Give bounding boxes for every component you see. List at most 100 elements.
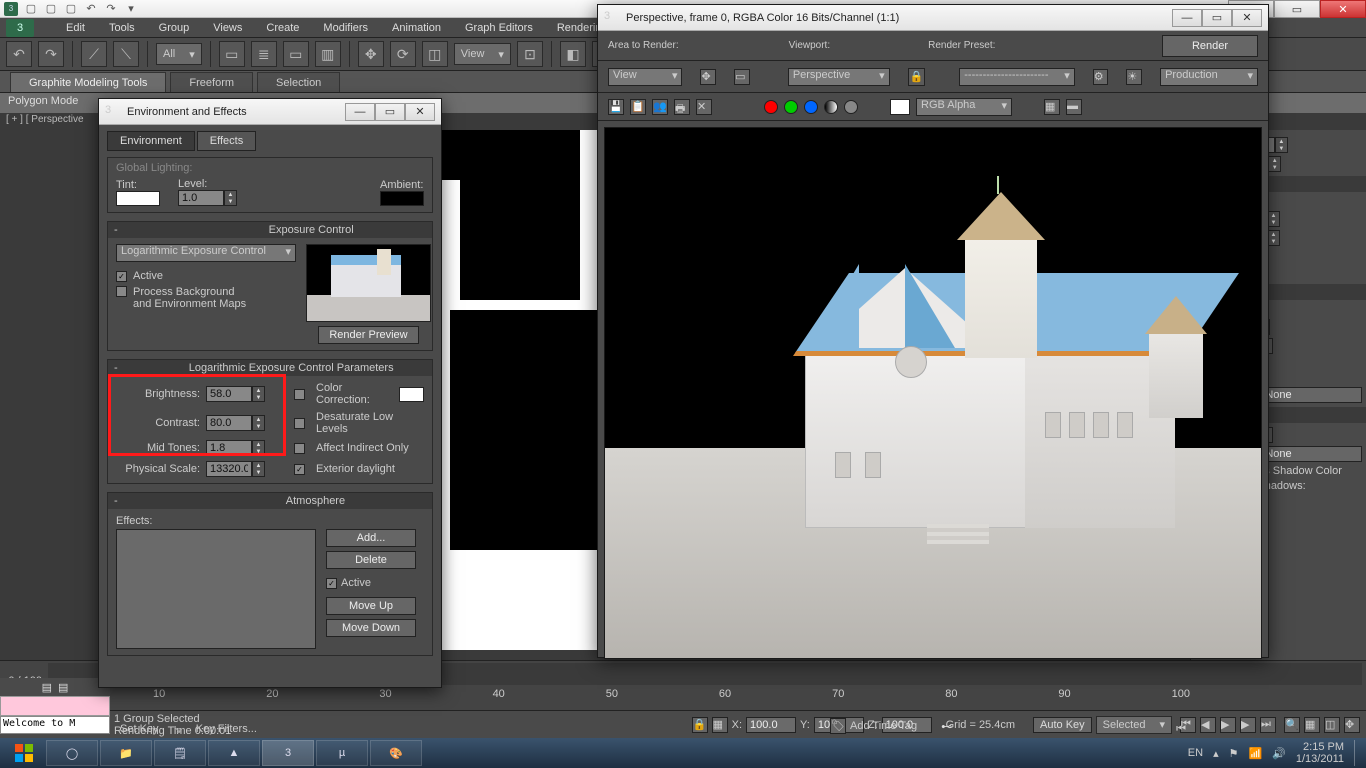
qat-undo-icon[interactable]: ↶ <box>84 2 98 16</box>
area-select[interactable]: View▾ <box>608 68 682 86</box>
window-crossing-button[interactable]: ▥ <box>315 41 341 67</box>
viewport-lock-icon[interactable]: 🔒 <box>908 68 926 86</box>
render-title-bar[interactable]: 3 Perspective, frame 0, RGBA Color 16 Bi… <box>598 5 1268 31</box>
qat-redo-icon[interactable]: ↷ <box>104 2 118 16</box>
task-vlc[interactable]: ▲ <box>208 740 260 766</box>
qat-more-icon[interactable]: ▾ <box>124 2 138 16</box>
brightness-spinner[interactable]: ▲▼ <box>206 386 266 402</box>
channel-blue-icon[interactable] <box>804 100 818 114</box>
maxscript-mini-icon[interactable]: ▤ <box>42 681 52 694</box>
env-max-button[interactable]: ▭ <box>375 103 405 121</box>
atmosphere-collapse-icon[interactable]: - <box>114 495 124 507</box>
menu-modifiers[interactable]: Modifiers <box>323 22 368 34</box>
app-menu-icon[interactable]: 3 <box>6 19 34 37</box>
midtones-spinner[interactable]: ▲▼ <box>206 440 266 456</box>
tint-swatch[interactable] <box>116 191 160 206</box>
ribbon-tab-freeform[interactable]: Freeform <box>170 72 253 92</box>
play-icon[interactable]: ▶ <box>1220 717 1236 733</box>
render-min-button[interactable]: — <box>1172 9 1202 27</box>
exposure-type-select[interactable]: Logarithmic Exposure Control▾ <box>116 244 296 262</box>
exposure-collapse-icon[interactable]: - <box>114 224 124 236</box>
menu-tools[interactable]: Tools <box>109 22 135 34</box>
qat-open-icon[interactable]: ▢ <box>44 2 58 16</box>
menu-group[interactable]: Group <box>159 22 190 34</box>
atm-add-button[interactable]: Add... <box>326 529 416 547</box>
task-paint[interactable]: 🎨 <box>370 740 422 766</box>
select-object-button[interactable]: ▭ <box>219 41 245 67</box>
nav-zoomall-icon[interactable]: ▦ <box>1304 717 1320 733</box>
qat-new-icon[interactable]: ▢ <box>24 2 38 16</box>
nav-zoom-icon[interactable]: 🔍 <box>1284 717 1300 733</box>
addtimetag[interactable]: Add Time Tag <box>850 720 917 732</box>
tray-flag-icon[interactable]: ⚑ <box>1229 747 1239 760</box>
atm-active-checkbox[interactable]: ✓ <box>326 578 337 589</box>
channel-select[interactable]: RGB Alpha▾ <box>916 98 1012 116</box>
menu-animation[interactable]: Animation <box>392 22 441 34</box>
atm-moveup-button[interactable]: Move Up <box>326 597 416 615</box>
exterior-checkbox[interactable]: ✓ <box>294 464 305 475</box>
task-chrome[interactable]: ◯ <box>46 740 98 766</box>
channel-mono-icon[interactable] <box>844 100 858 114</box>
link-button[interactable]: ⟋ <box>81 41 107 67</box>
main-close-button[interactable]: ✕ <box>1320 0 1366 18</box>
atmosphere-effects-list[interactable] <box>116 529 316 649</box>
env-tab-effects[interactable]: Effects <box>197 131 256 151</box>
pivot-button[interactable]: ⊡ <box>517 41 543 67</box>
scale-button[interactable]: ◫ <box>422 41 448 67</box>
selection-filter[interactable]: All▾ <box>156 43 202 65</box>
toggle-overlay-icon[interactable]: ▦ <box>1044 99 1060 115</box>
clock[interactable]: 2:15 PM 1/13/2011 <box>1296 741 1344 765</box>
move-button[interactable]: ✥ <box>358 41 384 67</box>
physical-spinner[interactable]: ▲▼ <box>206 461 266 477</box>
main-maximize-button[interactable]: ▭ <box>1274 0 1320 18</box>
play-next-icon[interactable]: ▶ <box>1240 717 1256 733</box>
tray-net-icon[interactable]: 📶 <box>1248 747 1262 760</box>
undo-button[interactable]: ↶ <box>6 41 32 67</box>
production-select[interactable]: Production▾ <box>1160 68 1258 86</box>
render-close-button[interactable]: ✕ <box>1232 9 1262 27</box>
keyfilters-button[interactable]: Key Filters... <box>190 723 263 735</box>
tray-up-icon[interactable]: ▴ <box>1213 747 1219 760</box>
toggle-ui-icon[interactable]: ▬ <box>1066 99 1082 115</box>
bg-swatch[interactable] <box>890 99 910 115</box>
listener-mini-icon[interactable]: ▤ <box>58 681 68 694</box>
atm-movedown-button[interactable]: Move Down <box>326 619 416 637</box>
level-spinner[interactable]: ▲▼ <box>178 190 237 206</box>
qat-save-icon[interactable]: ▢ <box>64 2 78 16</box>
redo-button[interactable]: ↷ <box>38 41 64 67</box>
ribbon-tab-selection[interactable]: Selection <box>257 72 340 92</box>
select-name-button[interactable]: ≣ <box>251 41 277 67</box>
clear-image-icon[interactable]: ✕ <box>696 99 712 115</box>
play-end-icon[interactable]: ⏭ <box>1260 717 1276 733</box>
atm-delete-button[interactable]: Delete <box>326 551 416 569</box>
timetag-icon[interactable]: 🏷 <box>830 718 846 734</box>
env-close-button[interactable]: ✕ <box>405 103 435 121</box>
render-setup-icon[interactable]: ⚙ <box>1093 69 1109 85</box>
render-button[interactable]: Render <box>1162 35 1258 57</box>
setkey-button[interactable]: Set Key <box>114 723 165 735</box>
logparams-collapse-icon[interactable]: - <box>114 362 124 374</box>
listener-output[interactable] <box>0 696 110 716</box>
render-max-button[interactable]: ▭ <box>1202 9 1232 27</box>
play-prev-icon[interactable]: ◀ <box>1200 717 1216 733</box>
start-button[interactable] <box>4 739 44 767</box>
affect-checkbox[interactable] <box>294 443 305 454</box>
manip-button[interactable]: ◧ <box>560 41 586 67</box>
render-preview-button[interactable]: Render Preview <box>318 326 418 344</box>
menu-edit[interactable]: Edit <box>66 22 85 34</box>
processbg-checkbox[interactable] <box>116 286 127 297</box>
tray-vol-icon[interactable]: 🔊 <box>1272 747 1286 760</box>
render-env-icon[interactable]: ☀ <box>1126 69 1142 85</box>
desat-checkbox[interactable] <box>294 418 305 429</box>
task-3dsmax[interactable]: 3 <box>262 740 314 766</box>
clone-image-icon[interactable]: 👥 <box>652 99 668 115</box>
show-desktop[interactable] <box>1354 740 1362 766</box>
channel-red-icon[interactable] <box>764 100 778 114</box>
save-image-icon[interactable]: 💾 <box>608 99 624 115</box>
preset-select[interactable]: -----------------------▾ <box>959 68 1074 86</box>
rotate-button[interactable]: ⟳ <box>390 41 416 67</box>
colorcorr-swatch[interactable] <box>399 387 424 402</box>
env-title-bar[interactable]: 3 Environment and Effects — ▭ ✕ <box>99 99 441 125</box>
render-view[interactable] <box>604 127 1262 659</box>
task-utorrent[interactable]: µ <box>316 740 368 766</box>
